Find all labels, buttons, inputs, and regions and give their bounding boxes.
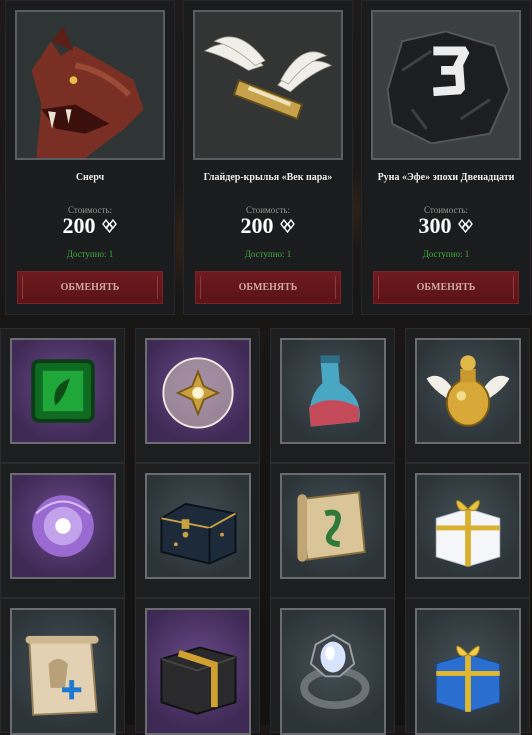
black-box-icon (160, 646, 237, 715)
inventory-slot[interactable] (135, 463, 260, 598)
exchange-button[interactable]: ОБМЕНЯТЬ (17, 271, 163, 304)
slot-frame (415, 338, 521, 444)
price-row: 200 (5, 213, 175, 239)
item-image-frame[interactable] (15, 10, 165, 160)
slot-frame (145, 608, 251, 735)
steampunk-glider-wings-icon (195, 12, 341, 158)
gift-box-icon (435, 500, 501, 567)
winged-golden-vase-icon (426, 355, 510, 427)
availability-text: Доступно: 1 (244, 249, 292, 259)
item-name: Снерч (75, 172, 105, 183)
slot-frame (145, 338, 251, 444)
inventory-slot[interactable] (270, 463, 395, 598)
slot-frame (10, 608, 116, 735)
inventory-slot[interactable] (0, 328, 125, 463)
item-name: Руна «Эфе» эпохи Двенадцати (377, 172, 515, 183)
werewolf-creature-icon (17, 12, 163, 158)
currency-icon (279, 219, 295, 233)
item-image-frame[interactable] (193, 10, 343, 160)
slot-frame (280, 473, 386, 579)
purple-orb-icon (32, 495, 94, 557)
shop-item-card: Глайдер-крылья «Век пара» Стоимость: 200… (183, 0, 353, 315)
slot-frame (145, 473, 251, 579)
currency-icon (457, 219, 473, 233)
price-value: 300 (418, 213, 452, 238)
inventory-slot[interactable] (270, 328, 395, 463)
exchange-button[interactable]: ОБМЕНЯТЬ (373, 271, 519, 304)
availability-text: Доступно: 1 (422, 249, 470, 259)
blue-gift-box-icon (435, 645, 501, 713)
slot-frame (415, 608, 521, 735)
crystal-orb-icon (162, 357, 234, 429)
price-row: 200 (183, 213, 353, 239)
map-scroll-icon (25, 635, 99, 716)
rune-scroll-icon (297, 491, 366, 562)
exchange-button[interactable]: ОБМЕНЯТЬ (195, 271, 341, 304)
inventory-slot[interactable] (135, 328, 260, 463)
price-value: 200 (62, 213, 96, 238)
price-value: 200 (240, 213, 274, 238)
inventory-slot[interactable] (0, 463, 125, 598)
gem-ring-icon (300, 633, 370, 710)
slot-frame (415, 473, 521, 579)
rune-stone-icon (373, 12, 519, 158)
shop-item-card: Руна «Эфе» эпохи Двенадцати Стоимость: 3… (361, 0, 531, 315)
slot-frame (10, 338, 116, 444)
potion-flask-icon (308, 355, 360, 427)
slot-frame (280, 608, 386, 735)
price-row: 300 (361, 213, 531, 239)
availability-text: Доступно: 1 (66, 249, 114, 259)
inventory-slot[interactable] (0, 598, 125, 735)
inventory-slot[interactable] (405, 463, 530, 598)
inventory-slot[interactable] (270, 598, 395, 735)
inventory-slot[interactable] (405, 598, 530, 735)
item-image-frame[interactable] (371, 10, 521, 160)
shop-item-card: Снерч Стоимость: 200 Доступно: 1 ОБМЕНЯТ… (5, 0, 175, 315)
item-name: Глайдер-крылья «Век пара» (203, 172, 333, 183)
inventory-slot[interactable] (135, 598, 260, 735)
slot-frame (280, 338, 386, 444)
currency-icon (101, 219, 117, 233)
decorated-chest-icon (160, 502, 237, 565)
slot-frame (10, 473, 116, 579)
emerald-gem-icon (31, 359, 95, 423)
inventory-slot[interactable] (405, 328, 530, 463)
